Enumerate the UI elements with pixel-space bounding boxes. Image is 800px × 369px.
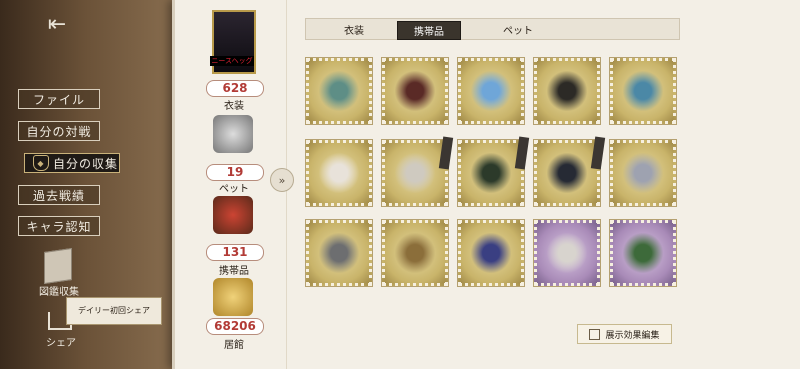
shield-icon: ◆	[33, 155, 49, 171]
flip-phone-icon	[547, 153, 587, 193]
edit-icon	[589, 328, 601, 340]
residence-icon	[213, 278, 253, 316]
pet-pot-icon	[213, 115, 253, 153]
sidebar-item-label: 自分の収集	[53, 156, 119, 171]
sidebar-item-label: キャラ認知	[26, 219, 92, 234]
staff-icon	[319, 71, 359, 111]
residence-label: 居館	[224, 340, 244, 351]
accessory-count: 131	[206, 244, 264, 261]
double-chevron-right-icon: »	[278, 173, 286, 187]
sidebar-item-label: ファイル	[32, 92, 85, 107]
potion-vial-icon	[471, 233, 511, 273]
collection-item-hat-mask[interactable]	[533, 219, 601, 287]
residence-count: 68206	[206, 318, 264, 335]
back-button[interactable]: ⇤	[42, 9, 72, 39]
champagne-bottle-icon	[471, 153, 511, 193]
chain-whip-icon	[395, 153, 435, 193]
sidebar-item-my-matches[interactable]: 自分の対戦	[18, 121, 100, 141]
sickle-mushroom-icon	[395, 71, 435, 111]
blue-crystal-flower-icon	[471, 71, 511, 111]
scythe-icon	[547, 71, 587, 111]
share-label: シェア	[46, 338, 76, 349]
costume-label: 衣装	[224, 101, 244, 112]
collection-item-jewel-case[interactable]	[609, 139, 677, 207]
collection-item-blue-crystal-flower[interactable]	[457, 57, 525, 125]
collection-item-chain-whip[interactable]	[381, 136, 454, 207]
collection-item-rose-gear[interactable]	[381, 219, 449, 287]
exit-door-icon: ⇤	[47, 11, 67, 37]
collection-item-antler-staff[interactable]	[609, 57, 677, 125]
rose-gear-icon	[395, 233, 435, 273]
accessory-label: 携帯品	[219, 266, 249, 277]
collection-item-staff[interactable]	[305, 57, 373, 125]
collection-item-scythe[interactable]	[533, 57, 601, 125]
pet-count: 19	[206, 164, 264, 181]
sidebar-item-my-collection[interactable]: ◆ 自分の収集	[24, 153, 120, 173]
collection-item-potion-vial[interactable]	[457, 219, 525, 287]
pet-label: ペット	[219, 184, 249, 195]
sidebar-item-file[interactable]: ファイル	[18, 89, 100, 109]
tab-pet[interactable]: ペット	[488, 21, 548, 38]
collection-item-flip-phone[interactable]	[533, 136, 606, 207]
expand-button[interactable]: »	[270, 168, 294, 192]
portrait-name: ニースヘッグ	[210, 56, 254, 66]
accessory-box-icon	[213, 196, 253, 234]
sidebar-item-history[interactable]: 過去戦績	[18, 185, 100, 205]
edit-display-effect-button[interactable]: 展示効果編集	[577, 324, 672, 344]
hat-mask-icon	[547, 233, 587, 273]
collection-item-champagne-bottle[interactable]	[457, 136, 530, 207]
costume-count: 628	[206, 80, 264, 97]
book-icon[interactable]	[44, 248, 72, 284]
collection-item-vine-blade[interactable]	[609, 219, 677, 287]
daily-share-bonus-badge[interactable]: デイリー初回シェア	[66, 297, 162, 325]
tab-costume[interactable]: 衣装	[324, 21, 384, 38]
collection-item-winged-helmet[interactable]	[305, 219, 373, 287]
sidebar-item-label: 過去戦績	[32, 188, 85, 203]
encyclopedia-label: 図鑑収集	[39, 287, 79, 298]
sidebar-item-label: 自分の対戦	[26, 124, 92, 139]
winged-helmet-icon	[319, 233, 359, 273]
antler-staff-icon	[623, 71, 663, 111]
vine-blade-icon	[623, 233, 663, 273]
tab-accessory[interactable]: 携帯品	[397, 21, 461, 40]
winged-letter-icon	[319, 153, 359, 193]
tab-bar: 衣装 携帯品 ペット	[305, 18, 680, 40]
jewel-case-icon	[623, 153, 663, 193]
collection-item-winged-letter[interactable]	[305, 139, 373, 207]
sidebar-item-character[interactable]: キャラ認知	[18, 216, 100, 236]
collection-item-sickle-mushroom[interactable]	[381, 57, 449, 125]
